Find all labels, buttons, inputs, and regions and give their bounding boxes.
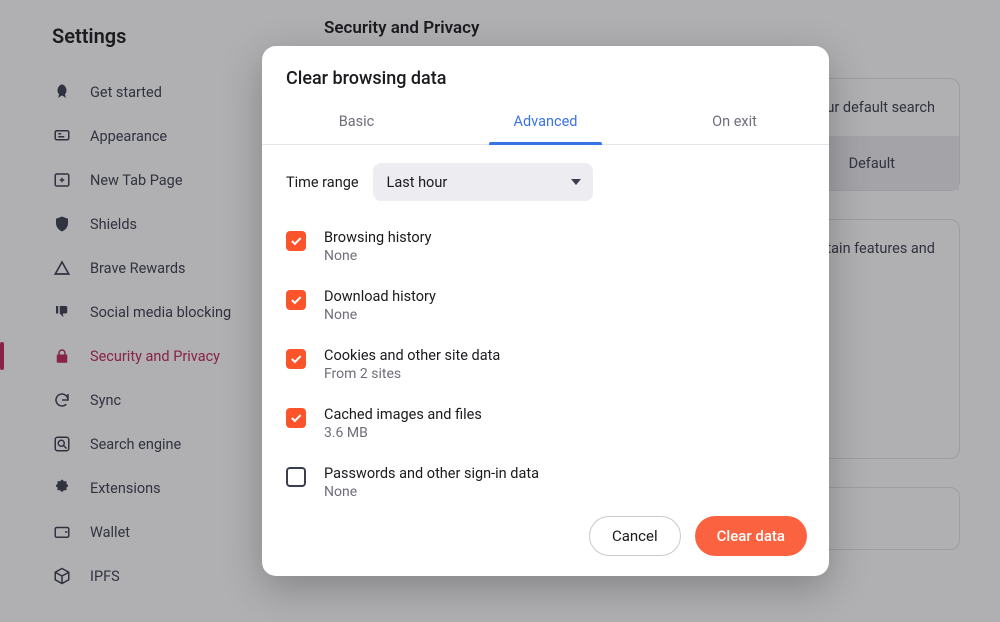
option-title: Browsing history xyxy=(324,229,432,246)
option-subtitle: None xyxy=(324,248,432,264)
checkbox-cookies[interactable] xyxy=(286,349,306,369)
chevron-down-icon xyxy=(571,179,581,185)
tab-basic[interactable]: Basic xyxy=(262,103,451,144)
clear-browsing-data-dialog: Clear browsing data Basic Advanced On ex… xyxy=(262,46,829,576)
option-download-history[interactable]: Download history None xyxy=(286,278,805,337)
option-title: Cached images and files xyxy=(324,406,482,423)
tab-advanced[interactable]: Advanced xyxy=(451,103,640,144)
time-range-value: Last hour xyxy=(387,174,448,191)
clear-data-button[interactable]: Clear data xyxy=(695,516,807,556)
time-range-label: Time range xyxy=(286,174,359,191)
option-title: Download history xyxy=(324,288,436,305)
option-subtitle: None xyxy=(324,307,436,323)
tab-on-exit[interactable]: On exit xyxy=(640,103,829,144)
dialog-tabs: Basic Advanced On exit xyxy=(262,103,829,145)
option-browsing-history[interactable]: Browsing history None xyxy=(286,219,805,278)
option-subtitle: From 2 sites xyxy=(324,366,500,382)
checkbox-cached-images[interactable] xyxy=(286,408,306,428)
option-cookies[interactable]: Cookies and other site data From 2 sites xyxy=(286,337,805,396)
option-passwords[interactable]: Passwords and other sign-in data None xyxy=(286,455,805,498)
option-subtitle: None xyxy=(324,484,539,498)
checkbox-browsing-history[interactable] xyxy=(286,231,306,251)
checkbox-download-history[interactable] xyxy=(286,290,306,310)
option-title: Cookies and other site data xyxy=(324,347,500,364)
dialog-buttons: Cancel Clear data xyxy=(262,498,829,576)
dialog-title: Clear browsing data xyxy=(262,46,829,103)
checkbox-passwords[interactable] xyxy=(286,467,306,487)
option-title: Passwords and other sign-in data xyxy=(324,465,539,482)
dialog-body: Time range Last hour Browsing history No… xyxy=(262,145,829,498)
cancel-button[interactable]: Cancel xyxy=(589,516,681,556)
option-cached-images[interactable]: Cached images and files 3.6 MB xyxy=(286,396,805,455)
time-range-select[interactable]: Last hour xyxy=(373,163,593,201)
option-subtitle: 3.6 MB xyxy=(324,425,482,441)
